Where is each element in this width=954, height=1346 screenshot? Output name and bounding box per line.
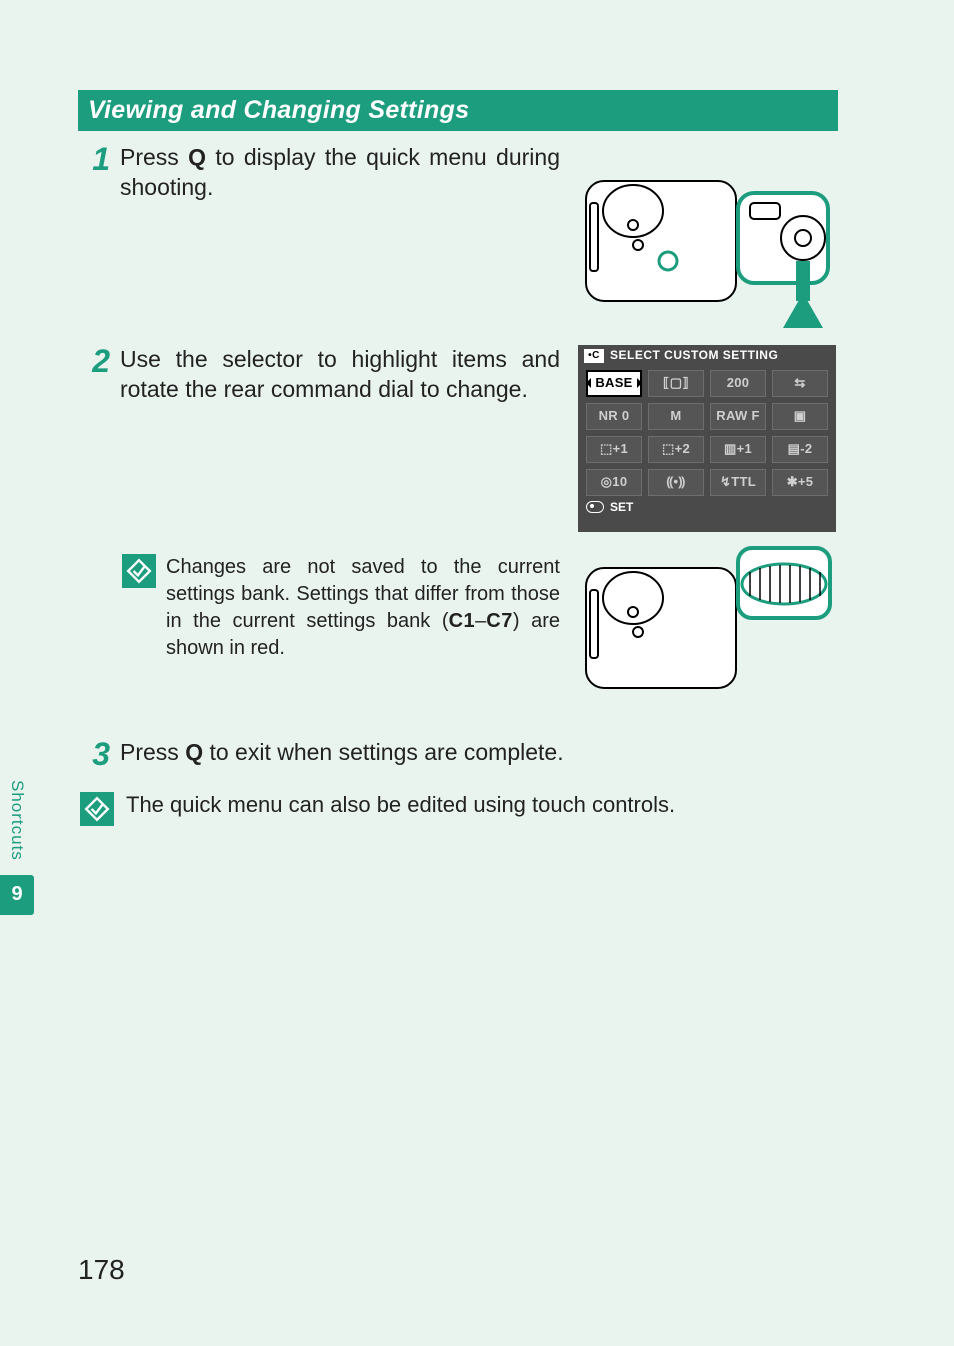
lcd-grid: BASE ⟦▢⟧ 200 ⇆ NR 0 M RAW F ▣ ⬚+1 ⬚+2 ▥+…: [578, 366, 836, 496]
step-1-text: Press Q to display the quick menu during…: [120, 143, 560, 333]
lcd-cell: ⬚+1: [586, 436, 642, 463]
diamond-note-icon: [122, 554, 156, 588]
camera-dial-illustration: [578, 540, 838, 710]
lcd-title: SELECT CUSTOM SETTING: [610, 348, 778, 364]
sidebar-section-label: Shortcuts: [7, 780, 27, 861]
lcd-cell: NR 0: [586, 403, 642, 430]
chapter-badge: 9: [0, 875, 34, 915]
lcd-cell: ◎10: [586, 469, 642, 496]
page-number: 178: [78, 1254, 125, 1286]
step-2-note: Changes are not saved to the current set…: [120, 554, 560, 662]
page-footnote: The quick menu can also be edited using …: [78, 792, 838, 826]
custom-icon: •C: [584, 349, 604, 363]
step-number: 3: [78, 738, 120, 772]
c1-label: C1: [449, 610, 476, 632]
step-1-text-a: Press: [120, 144, 188, 170]
lcd-cell: ✱+5: [772, 469, 828, 496]
lcd-screen-illustration: •C SELECT CUSTOM SETTING BASE ⟦▢⟧ 200 ⇆ …: [578, 345, 838, 532]
step-3-text-b: to exit when settings are complete.: [203, 739, 564, 765]
step-2: 2 Use the selector to highlight items an…: [78, 345, 838, 710]
sidebar: Shortcuts 9: [0, 780, 34, 915]
lcd-cell: 200: [710, 370, 766, 397]
note-dash: –: [475, 610, 486, 632]
lcd-footer: SET: [578, 496, 836, 520]
lcd-cell: ▣: [772, 403, 828, 430]
step-3: 3 Press Q to exit when settings are comp…: [78, 738, 838, 772]
page-body: Viewing and Changing Settings 1 Press Q …: [78, 0, 838, 826]
lcd-cell: ⸨•⸩: [648, 469, 704, 496]
lcd-cell: ▤-2: [772, 436, 828, 463]
c7-label: C7: [486, 610, 513, 632]
section-header: Viewing and Changing Settings: [78, 90, 838, 131]
footnote-text: The quick menu can also be edited using …: [126, 792, 675, 826]
lcd-cell: ↯TTL: [710, 469, 766, 496]
lcd-cell-selected: BASE: [586, 370, 642, 397]
step-3-text: Press Q to exit when settings are comple…: [120, 738, 838, 772]
lcd-cell: RAW F: [710, 403, 766, 430]
step-2-note-text: Changes are not saved to the current set…: [166, 554, 560, 662]
lcd-footer-label: SET: [610, 500, 633, 516]
lcd-cell: ⇆: [772, 370, 828, 397]
step-number: 1: [78, 143, 120, 333]
lcd-cell: M: [648, 403, 704, 430]
q-button-glyph: Q: [185, 739, 203, 765]
lcd-cell: ▥+1: [710, 436, 766, 463]
camera-top-illustration: [578, 143, 838, 333]
step-1: 1 Press Q to display the quick menu duri…: [78, 143, 838, 333]
diamond-note-icon: [80, 792, 114, 826]
step-3-text-a: Press: [120, 739, 185, 765]
set-icon: [586, 501, 604, 513]
step-2-text: Use the selector to highlight items and …: [120, 345, 560, 532]
q-button-glyph: Q: [188, 144, 206, 170]
step-number: 2: [78, 345, 120, 710]
lcd-cell: ⟦▢⟧: [648, 370, 704, 397]
lcd-cell: ⬚+2: [648, 436, 704, 463]
lcd-header: •C SELECT CUSTOM SETTING: [578, 345, 836, 366]
lcd-screen: •C SELECT CUSTOM SETTING BASE ⟦▢⟧ 200 ⇆ …: [578, 345, 836, 532]
